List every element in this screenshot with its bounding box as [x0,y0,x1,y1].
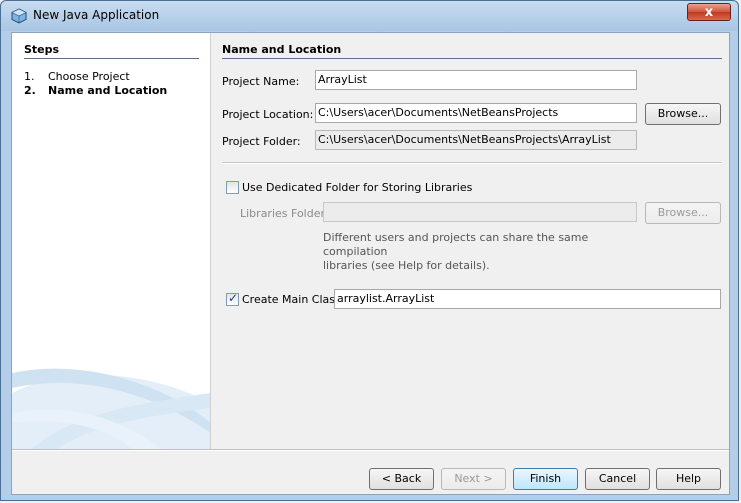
footer-divider [12,449,729,451]
step-label: Choose Project [48,70,130,83]
next-button[interactable]: Next > [441,468,506,490]
steps-panel: Steps 1. Choose Project 2. Name and Locati… [12,33,211,449]
back-button[interactable]: < Back [369,468,434,490]
checkmark-icon: ✓ [228,291,239,305]
separator [222,162,722,164]
project-location-input[interactable]: C:\Users\acer\Documents\NetBeansProjects [315,103,637,123]
finish-button[interactable]: Finish [513,468,578,490]
step-label: Name and Location [48,84,168,97]
dedicated-folder-checkbox[interactable] [226,181,239,194]
hint-line: Different users and projects can share t… [323,231,589,258]
section-title: Name and Location [222,43,342,56]
browse-location-button[interactable]: Browse... [645,103,721,125]
project-folder-label: Project Folder: [222,135,301,148]
section-divider [222,58,722,59]
dialog-window: New Java Application x Steps 1. Choose Pr… [0,0,739,501]
project-name-input[interactable]: ArrayList [315,70,637,90]
libraries-folder-label: Libraries Folder: [240,207,329,220]
step-choose-project: 1. Choose Project [24,70,130,83]
step-name-and-location: 2. Name and Location [24,84,167,97]
libraries-hint-text: Different users and projects can share t… [323,231,643,273]
window-title: New Java Application [33,8,160,22]
netbeans-cube-icon [11,8,27,24]
hint-line: libraries (see Help for details). [323,259,490,272]
browse-libraries-button[interactable]: Browse... [645,202,721,224]
libraries-folder-input[interactable] [323,202,637,222]
steps-title: Steps [24,43,60,56]
close-button[interactable]: x [687,3,731,21]
dialog-client: Steps 1. Choose Project 2. Name and Locati… [11,32,730,495]
main-class-input[interactable]: arraylist.ArrayList [334,289,721,309]
step-number: 1. [24,70,35,83]
title-bar[interactable]: New Java Application x [1,1,738,31]
project-name-label: Project Name: [222,75,300,88]
project-folder-field: C:\Users\acer\Documents\NetBeansProjects… [315,130,637,150]
step-number: 2. [24,84,36,97]
steps-divider [24,58,199,59]
decorative-swoosh-graphic [12,368,210,449]
help-button[interactable]: Help [656,468,721,490]
create-main-class-checkbox[interactable]: ✓ [226,291,239,306]
create-main-class-label[interactable]: Create Main Class [242,293,341,306]
dedicated-folder-label[interactable]: Use Dedicated Folder for Storing Librari… [242,181,472,194]
project-location-label: Project Location: [222,108,314,121]
cancel-button[interactable]: Cancel [585,468,650,490]
